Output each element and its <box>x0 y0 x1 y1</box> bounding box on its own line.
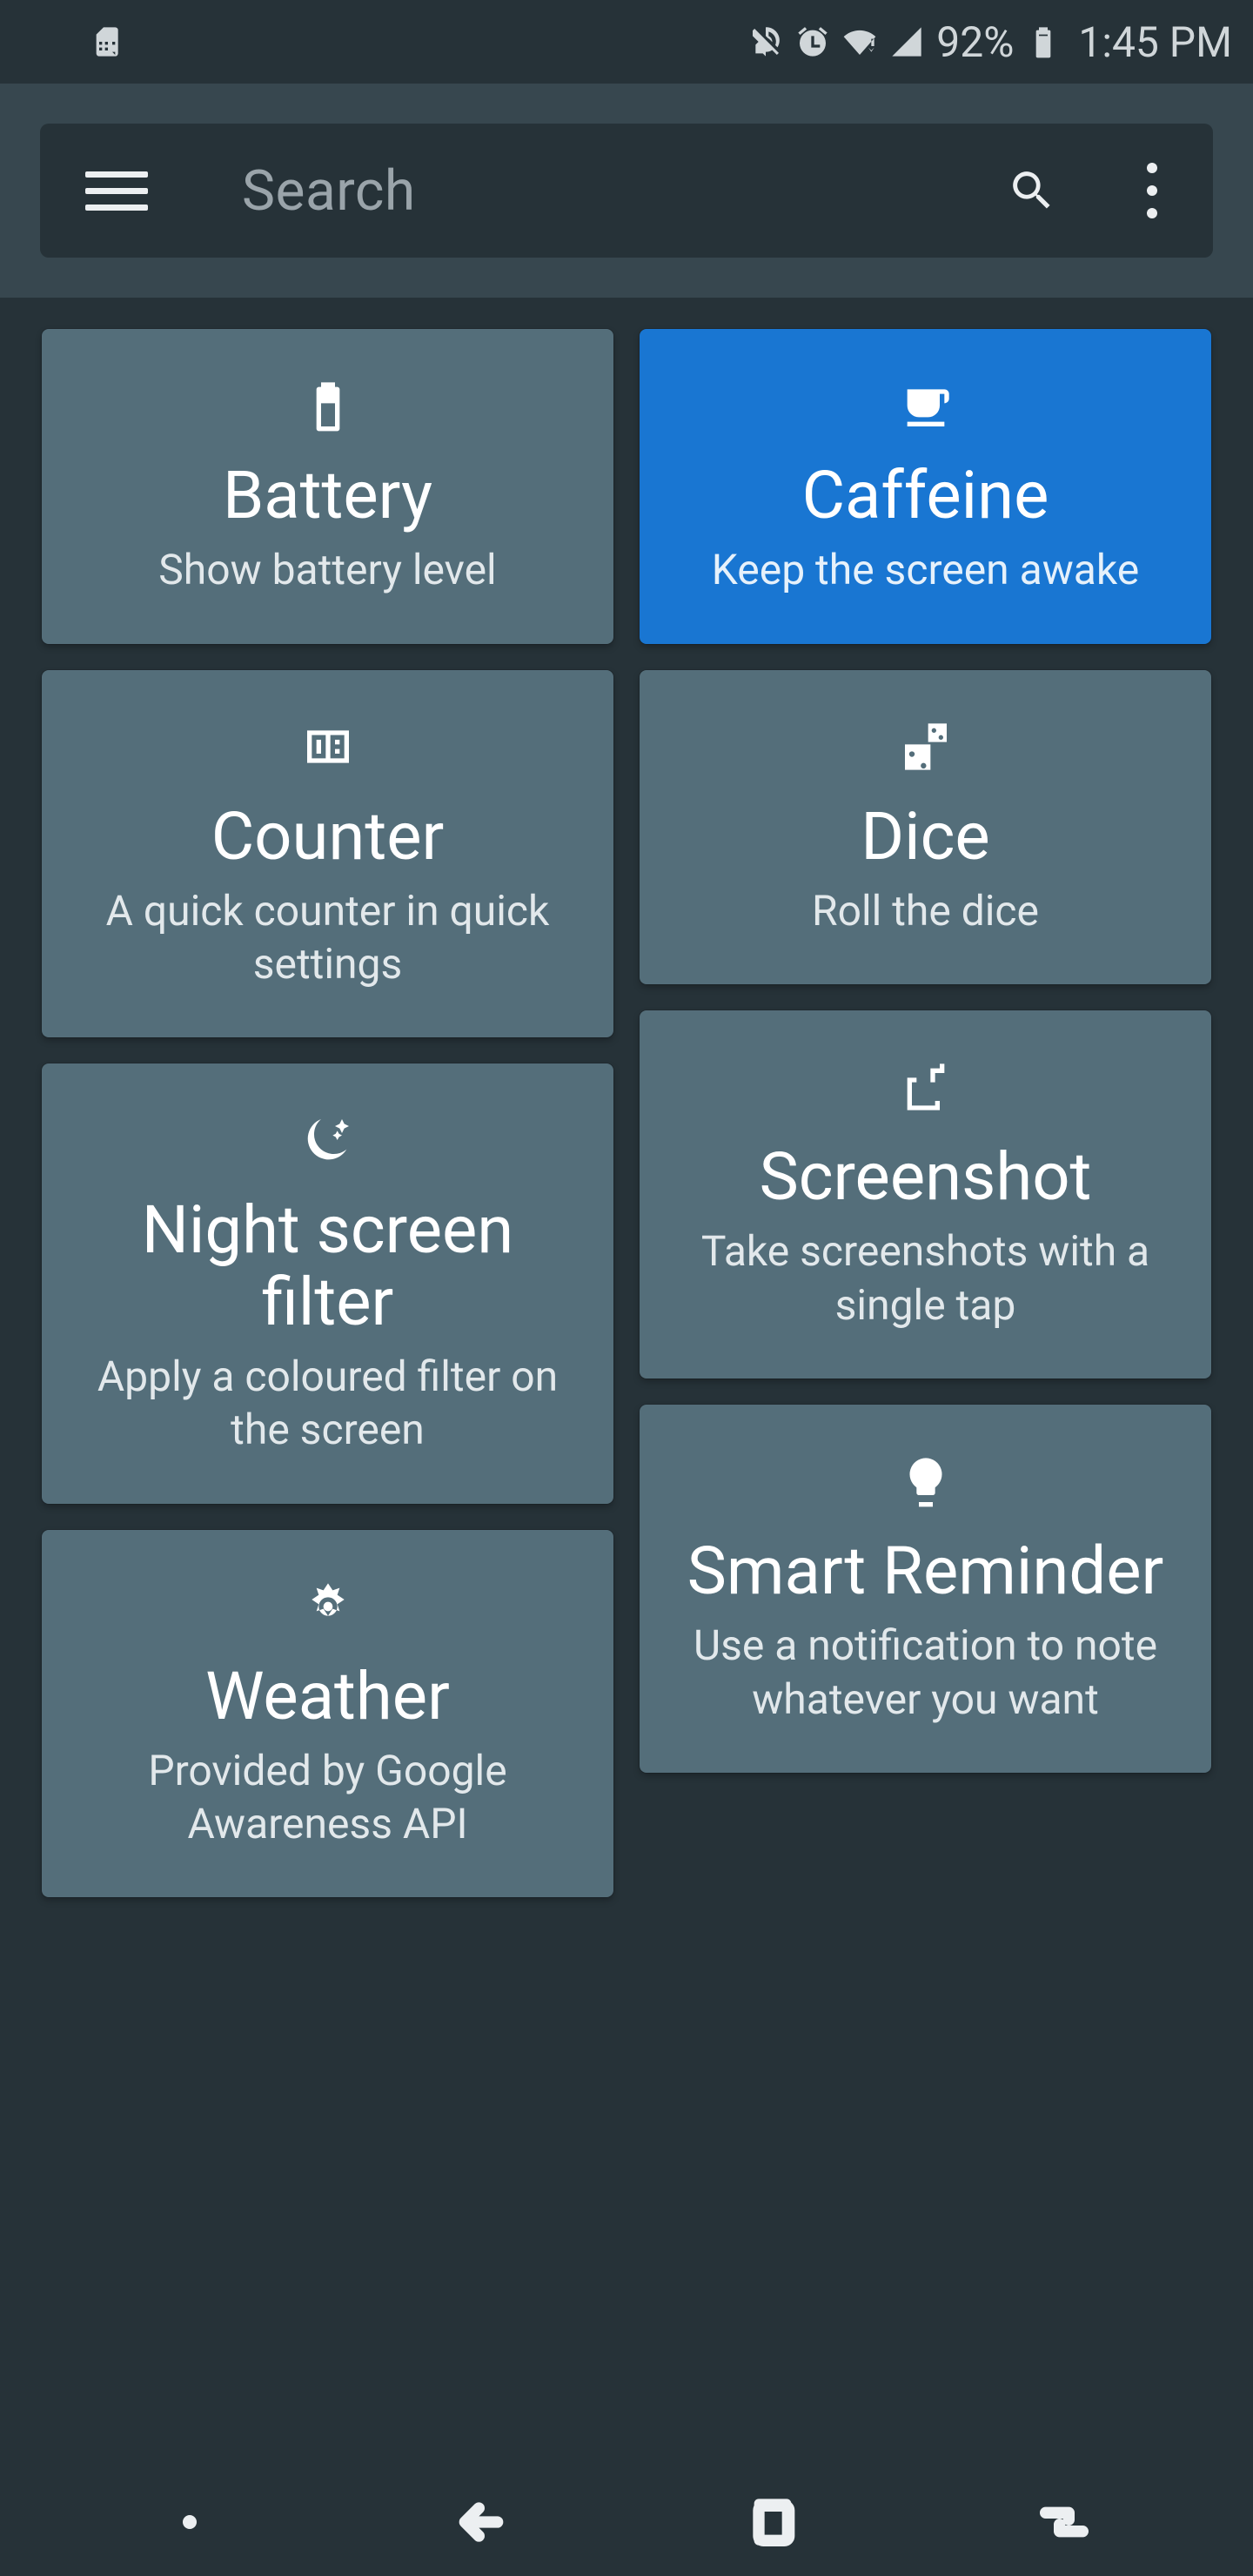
screenshot-icon <box>898 1052 954 1122</box>
tile-title: Smart Reminder <box>687 1535 1164 1607</box>
tile-screenshot[interactable]: Screenshot Take screenshots with a singl… <box>640 1010 1211 1379</box>
clock-time: 1:45 PM <box>1078 17 1232 67</box>
mute-icon <box>748 24 783 59</box>
tile-desc: Provided by Google Awareness API <box>73 1744 582 1851</box>
status-bar: 92% 1:45 PM <box>0 0 1253 84</box>
tile-counter[interactable]: Counter A quick counter in quick setting… <box>42 670 613 1038</box>
coffee-icon <box>898 371 954 440</box>
tiles-grid: Battery Show battery level Counter A qui… <box>42 329 1211 1897</box>
weather-icon <box>300 1572 356 1641</box>
tile-desc: Use a notification to note whatever you … <box>671 1619 1180 1726</box>
nav-recents-button[interactable] <box>968 2494 1160 2550</box>
lightbulb-icon <box>898 1446 954 1516</box>
moon-stars-icon <box>300 1105 356 1175</box>
tile-smart-reminder[interactable]: Smart Reminder Use a notification to not… <box>640 1405 1211 1773</box>
tile-desc: Take screenshots with a single tap <box>671 1224 1180 1332</box>
nav-home-button[interactable] <box>677 2494 868 2550</box>
tile-dice[interactable]: Dice Roll the dice <box>640 670 1211 985</box>
tile-caffeine[interactable]: Caffeine Keep the screen awake <box>640 329 1211 644</box>
sim-card-icon <box>90 24 125 59</box>
wifi-icon <box>842 24 877 59</box>
search-icon <box>1007 165 1057 216</box>
tile-title: Dice <box>861 801 989 872</box>
tile-desc: Roll the dice <box>812 884 1039 937</box>
overflow-menu-button[interactable] <box>1126 163 1178 218</box>
tile-title: Night screen filter <box>73 1194 582 1337</box>
tile-title: Battery <box>223 460 432 531</box>
tile-weather[interactable]: Weather Provided by Google Awareness API <box>42 1530 613 1898</box>
tile-desc: Show battery level <box>158 543 496 596</box>
dice-icon <box>898 712 954 782</box>
navigation-bar <box>0 2479 1253 2576</box>
nav-assistant-dot[interactable] <box>94 2515 285 2529</box>
signal-icon <box>889 24 924 59</box>
tile-desc: Apply a coloured filter on the screen <box>73 1350 582 1457</box>
tile-desc: Keep the screen awake <box>712 543 1139 596</box>
search-button[interactable] <box>990 165 1074 216</box>
battery-icon <box>300 371 356 440</box>
alarm-icon <box>795 24 830 59</box>
tile-title: Screenshot <box>760 1141 1092 1212</box>
search-bar[interactable]: Search <box>40 124 1213 258</box>
counter-icon <box>300 712 356 782</box>
tile-title: Weather <box>205 1660 450 1732</box>
battery-icon <box>1026 24 1061 59</box>
tile-desc: A quick counter in quick settings <box>73 884 582 991</box>
tile-title: Caffeine <box>802 460 1049 531</box>
tile-title: Counter <box>211 801 445 872</box>
tile-night-filter[interactable]: Night screen filter Apply a coloured fil… <box>42 1063 613 1503</box>
tile-battery[interactable]: Battery Show battery level <box>42 329 613 644</box>
app-bar: Search <box>0 84 1253 298</box>
hamburger-menu-icon[interactable] <box>85 171 148 211</box>
nav-back-button[interactable] <box>385 2494 577 2550</box>
search-input[interactable]: Search <box>148 158 990 224</box>
battery-pct: 92% <box>936 17 1014 67</box>
